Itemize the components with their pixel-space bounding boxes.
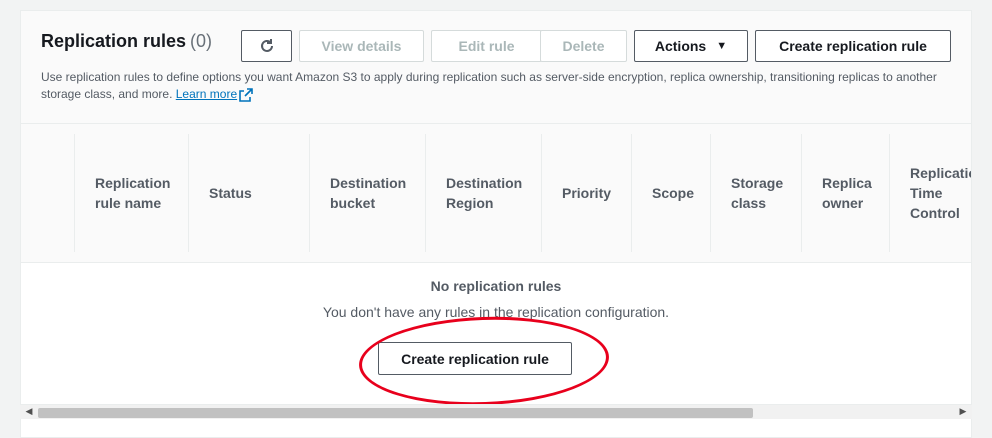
caret-down-icon: ▼ bbox=[716, 40, 728, 52]
rule-count: (0) bbox=[190, 31, 213, 51]
column-header-scope[interactable]: Scope bbox=[631, 134, 710, 252]
external-link-icon[interactable] bbox=[239, 88, 253, 102]
scroll-left-icon[interactable]: ◀ bbox=[22, 406, 36, 417]
create-rule-empty-button[interactable]: Create replication rule bbox=[378, 342, 572, 375]
column-header-rule-name[interactable]: Replication rule name bbox=[74, 134, 188, 252]
column-header-rtc[interactable]: Replication Time Control bbox=[889, 134, 971, 252]
column-header-replica-owner[interactable]: Replica owner bbox=[801, 134, 889, 252]
actions-dropdown[interactable]: Actions ▼ bbox=[634, 30, 748, 62]
view-details-button[interactable]: View details bbox=[299, 30, 424, 62]
edit-rule-button[interactable]: Edit rule bbox=[431, 30, 542, 62]
column-header-destination-bucket[interactable]: Destination bucket bbox=[309, 134, 425, 252]
description: Use replication rules to define options … bbox=[41, 69, 951, 103]
create-rule-empty-label: Create replication rule bbox=[401, 350, 549, 367]
actions-label: Actions bbox=[654, 38, 707, 54]
edit-rule-label: Edit rule bbox=[458, 38, 515, 54]
empty-state-subtitle: You don't have any rules in the replicat… bbox=[322, 304, 670, 320]
scroll-thumb[interactable] bbox=[38, 408, 753, 418]
refresh-icon bbox=[260, 39, 273, 52]
scroll-right-icon[interactable]: ▶ bbox=[956, 406, 970, 417]
learn-more-link[interactable]: Learn more bbox=[176, 87, 237, 101]
empty-state-title: No replication rules bbox=[430, 278, 562, 294]
create-rule-button[interactable]: Create replication rule bbox=[755, 30, 951, 62]
create-rule-label: Create replication rule bbox=[779, 38, 927, 54]
title-text: Replication rules bbox=[41, 31, 187, 51]
refresh-button[interactable] bbox=[241, 30, 292, 62]
view-details-label: View details bbox=[321, 38, 402, 54]
table-header: Replication rule name Status Destination… bbox=[21, 123, 971, 263]
column-header-status[interactable]: Status bbox=[188, 134, 309, 252]
column-header-priority[interactable]: Priority bbox=[541, 134, 631, 252]
column-header-storage-class[interactable]: Storage class bbox=[710, 134, 801, 252]
horizontal-scrollbar[interactable]: ◀ ▶ bbox=[20, 404, 972, 419]
delete-button[interactable]: Delete bbox=[540, 30, 627, 62]
delete-label: Delete bbox=[562, 38, 605, 54]
panel-header: Replication rules (0) View details Edit r… bbox=[21, 11, 971, 123]
page-title: Replication rules (0) bbox=[41, 31, 212, 52]
column-header-destination-region[interactable]: Destination Region bbox=[425, 134, 541, 252]
